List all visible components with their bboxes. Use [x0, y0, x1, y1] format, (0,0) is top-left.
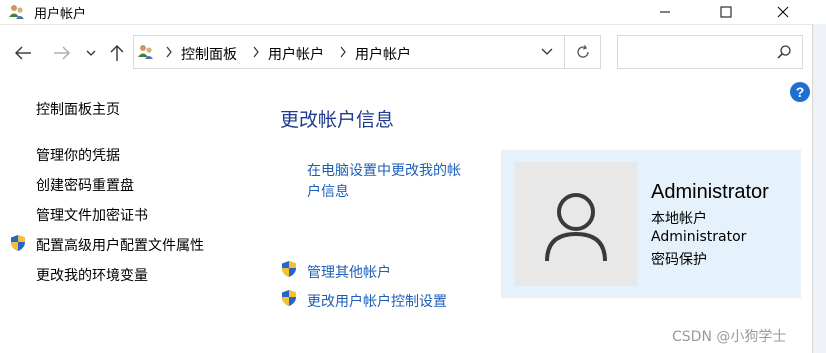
breadcrumb-user-accounts[interactable]: 用户帐户 — [268, 44, 324, 64]
window-title: 用户帐户 — [34, 7, 87, 22]
minimize-icon — [660, 11, 670, 13]
title-bar: 用户帐户 — [0, 0, 826, 25]
users-icon — [138, 45, 153, 59]
uac-settings-link[interactable]: 更改用户帐户控制设置 — [307, 291, 447, 311]
sidebar-item-change-environment-variables[interactable]: 更改我的环境变量 — [36, 265, 148, 285]
page-title: 更改帐户信息 — [280, 109, 395, 131]
minimize-button[interactable] — [642, 0, 688, 24]
pc-settings-link[interactable]: 在电脑设置中更改我的帐 户信息 — [307, 160, 461, 201]
refresh-icon — [577, 45, 589, 58]
up-button[interactable] — [106, 42, 128, 64]
account-name: Administrator — [651, 181, 769, 203]
address-dropdown-button[interactable] — [530, 36, 564, 68]
sidebar-item-manage-credentials[interactable]: 管理你的凭据 — [36, 145, 120, 165]
password-status: 密码保护 — [651, 252, 707, 268]
breadcrumb-control-panel[interactable]: 控制面板 — [181, 44, 237, 64]
sidebar-item-create-password-reset-disk[interactable]: 创建密码重置盘 — [36, 175, 134, 195]
pc-settings-link-line-2[interactable]: 户信息 — [307, 181, 461, 201]
user-silhouette-icon — [545, 193, 607, 262]
sidebar-item-advanced-profile-properties[interactable]: 配置高级用户配置文件属性 — [36, 235, 204, 255]
refresh-button[interactable] — [564, 36, 601, 68]
close-button[interactable] — [760, 0, 806, 24]
close-icon — [777, 6, 789, 18]
users-icon — [9, 5, 24, 19]
maximize-button[interactable] — [703, 0, 749, 24]
manage-other-accounts-link[interactable]: 管理其他帐户 — [307, 262, 391, 282]
forward-button[interactable] — [51, 42, 73, 64]
recent-locations-button[interactable] — [82, 42, 100, 64]
account-type: 本地帐户 — [651, 211, 707, 227]
recent-dropdown-icon — [86, 50, 96, 56]
avatar — [514, 162, 638, 286]
maximize-icon — [720, 6, 732, 18]
breadcrumb-separator-icon — [340, 46, 346, 58]
up-arrow-icon — [110, 45, 124, 61]
sidebar-item-manage-file-encryption[interactable]: 管理文件加密证书 — [36, 205, 148, 225]
search-box[interactable] — [617, 35, 803, 69]
window-edge — [812, 24, 826, 353]
breadcrumb-user-accounts-current[interactable]: 用户帐户 — [355, 44, 411, 64]
chevron-down-icon — [541, 48, 553, 55]
breadcrumb-separator-icon — [253, 46, 259, 58]
search-icon[interactable] — [776, 44, 792, 60]
account-group: Administrator — [651, 229, 747, 245]
breadcrumb-separator-icon — [166, 46, 172, 58]
back-button[interactable] — [12, 42, 34, 64]
address-bar[interactable]: 控制面板 用户帐户 用户帐户 — [133, 35, 601, 69]
search-input[interactable] — [622, 40, 766, 66]
watermark: CSDN @小狗学士 — [672, 329, 787, 345]
forward-arrow-icon — [54, 46, 70, 60]
back-arrow-icon — [15, 46, 31, 60]
shield-icon — [11, 235, 25, 251]
help-button[interactable]: ? — [790, 82, 810, 102]
account-card: Administrator 本地帐户 Administrator 密码保护 — [501, 150, 801, 298]
shield-icon — [282, 290, 296, 306]
sidebar-item-control-panel-home[interactable]: 控制面板主页 — [36, 99, 120, 119]
shield-icon — [282, 261, 296, 277]
pc-settings-link-line-1[interactable]: 在电脑设置中更改我的帐 — [307, 160, 461, 180]
